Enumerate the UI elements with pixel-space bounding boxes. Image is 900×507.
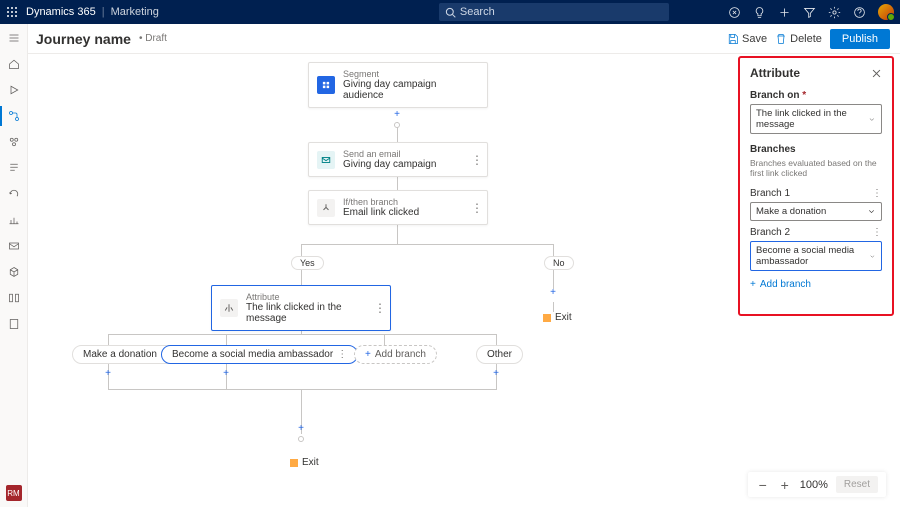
email-icon[interactable]: [6, 238, 22, 254]
exit-marker: Exit: [543, 312, 572, 323]
zoom-reset-button[interactable]: Reset: [836, 476, 878, 493]
forms-icon[interactable]: [6, 160, 22, 176]
hamburger-icon[interactable]: [6, 30, 22, 46]
attribute-panel: Attribute Branch on * The link clicked i…: [738, 56, 894, 316]
add-step-button[interactable]: +: [295, 422, 307, 434]
add-step-button[interactable]: +: [220, 367, 232, 379]
product-name: Dynamics 365: [26, 6, 96, 18]
branches-label: Branches: [750, 144, 882, 155]
zoom-in-button[interactable]: +: [778, 477, 792, 493]
flag-icon: [543, 314, 551, 322]
panel-title: Attribute: [750, 66, 800, 80]
zoom-value: 100%: [800, 479, 828, 491]
branch-icon: [317, 199, 335, 217]
add-branch-link[interactable]: +Add branch: [750, 279, 882, 290]
page-icon[interactable]: [6, 316, 22, 332]
node-more-icon[interactable]: ⋮: [471, 153, 483, 167]
branch-on-label: Branch on *: [750, 90, 882, 101]
send-email-icon: [317, 151, 335, 169]
branch-more-icon[interactable]: ⋮: [872, 227, 882, 238]
email-node[interactable]: Send an email Giving day campaign ⋮: [308, 142, 488, 177]
settings-icon[interactable]: [828, 6, 841, 19]
global-search[interactable]: Search: [439, 3, 669, 21]
chevron-down-icon: [868, 115, 876, 124]
chevron-down-icon: [869, 252, 876, 261]
connector-dot: [394, 122, 400, 128]
branch-more-icon[interactable]: ⋮: [872, 188, 882, 199]
page-title: Journey name: [36, 31, 131, 47]
no-label: No: [544, 256, 574, 270]
status-badge: • Draft: [139, 33, 167, 44]
branch-1-label: Branch 1: [750, 188, 790, 199]
add-step-button[interactable]: +: [490, 367, 502, 379]
lightbulb-icon[interactable]: [753, 6, 766, 19]
package-icon[interactable]: [6, 264, 22, 280]
exit-marker: Exit: [290, 457, 319, 468]
search-icon: [445, 7, 456, 18]
zoom-out-button[interactable]: −: [756, 477, 770, 493]
branch-node[interactable]: If/then branch Email link clicked ⋮: [308, 190, 488, 225]
help-icon[interactable]: [853, 6, 866, 19]
chevron-down-icon: [867, 207, 876, 216]
branch-2-label: Branch 2: [750, 227, 790, 238]
publish-button[interactable]: Publish: [830, 29, 890, 49]
flag-icon: [290, 459, 298, 467]
add-step-button[interactable]: +: [391, 108, 403, 120]
attribute-node[interactable]: Attribute The link clicked in the messag…: [211, 285, 391, 331]
other-pill[interactable]: Other: [476, 345, 523, 364]
segment-icon: [317, 76, 335, 94]
home-icon[interactable]: [6, 56, 22, 72]
command-bar: Journey name • Draft Save Delete Publish: [0, 24, 900, 54]
yes-label: Yes: [291, 256, 324, 270]
module-name: Marketing: [111, 6, 159, 18]
delete-button[interactable]: Delete: [775, 33, 822, 45]
pill-more-icon[interactable]: ⋮: [337, 349, 347, 360]
user-avatar[interactable]: [878, 4, 894, 20]
columns-icon[interactable]: [6, 290, 22, 306]
save-button[interactable]: Save: [727, 33, 767, 45]
add-step-button[interactable]: +: [547, 286, 559, 298]
branch-1-select[interactable]: Make a donation: [750, 202, 882, 221]
area-switcher[interactable]: RM: [6, 485, 22, 501]
branch-2-select[interactable]: Become a social media ambassador: [750, 241, 882, 271]
node-more-icon[interactable]: ⋮: [471, 201, 483, 215]
add-icon[interactable]: [778, 6, 791, 19]
add-step-button[interactable]: +: [102, 367, 114, 379]
filter-icon[interactable]: [803, 6, 816, 19]
zoom-controls: − + 100% Reset: [748, 472, 886, 497]
refresh-icon[interactable]: [6, 186, 22, 202]
analytics-icon[interactable]: [6, 212, 22, 228]
add-branch-pill[interactable]: +Add branch: [354, 345, 437, 364]
segments-icon[interactable]: [6, 134, 22, 150]
left-nav-rail: RM: [0, 24, 28, 507]
global-header: Dynamics 365 | Marketing Search: [0, 0, 900, 24]
branches-hint: Branches evaluated based on the first li…: [750, 158, 882, 178]
attribute-icon: [220, 299, 238, 317]
branch-pill[interactable]: Become a social media ambassador ⋮: [161, 345, 358, 364]
delete-icon: [775, 33, 787, 45]
connector-dot: [298, 436, 304, 442]
journey-icon[interactable]: [6, 108, 22, 124]
assistant-icon[interactable]: [728, 6, 741, 19]
node-more-icon[interactable]: ⋮: [374, 301, 386, 315]
save-icon: [727, 33, 739, 45]
close-icon[interactable]: [871, 68, 882, 79]
app-launcher-icon[interactable]: [6, 6, 18, 18]
play-icon[interactable]: [6, 82, 22, 98]
branch-on-select[interactable]: The link clicked in the message: [750, 104, 882, 134]
segment-node[interactable]: Segment Giving day campaign audience: [308, 62, 488, 108]
